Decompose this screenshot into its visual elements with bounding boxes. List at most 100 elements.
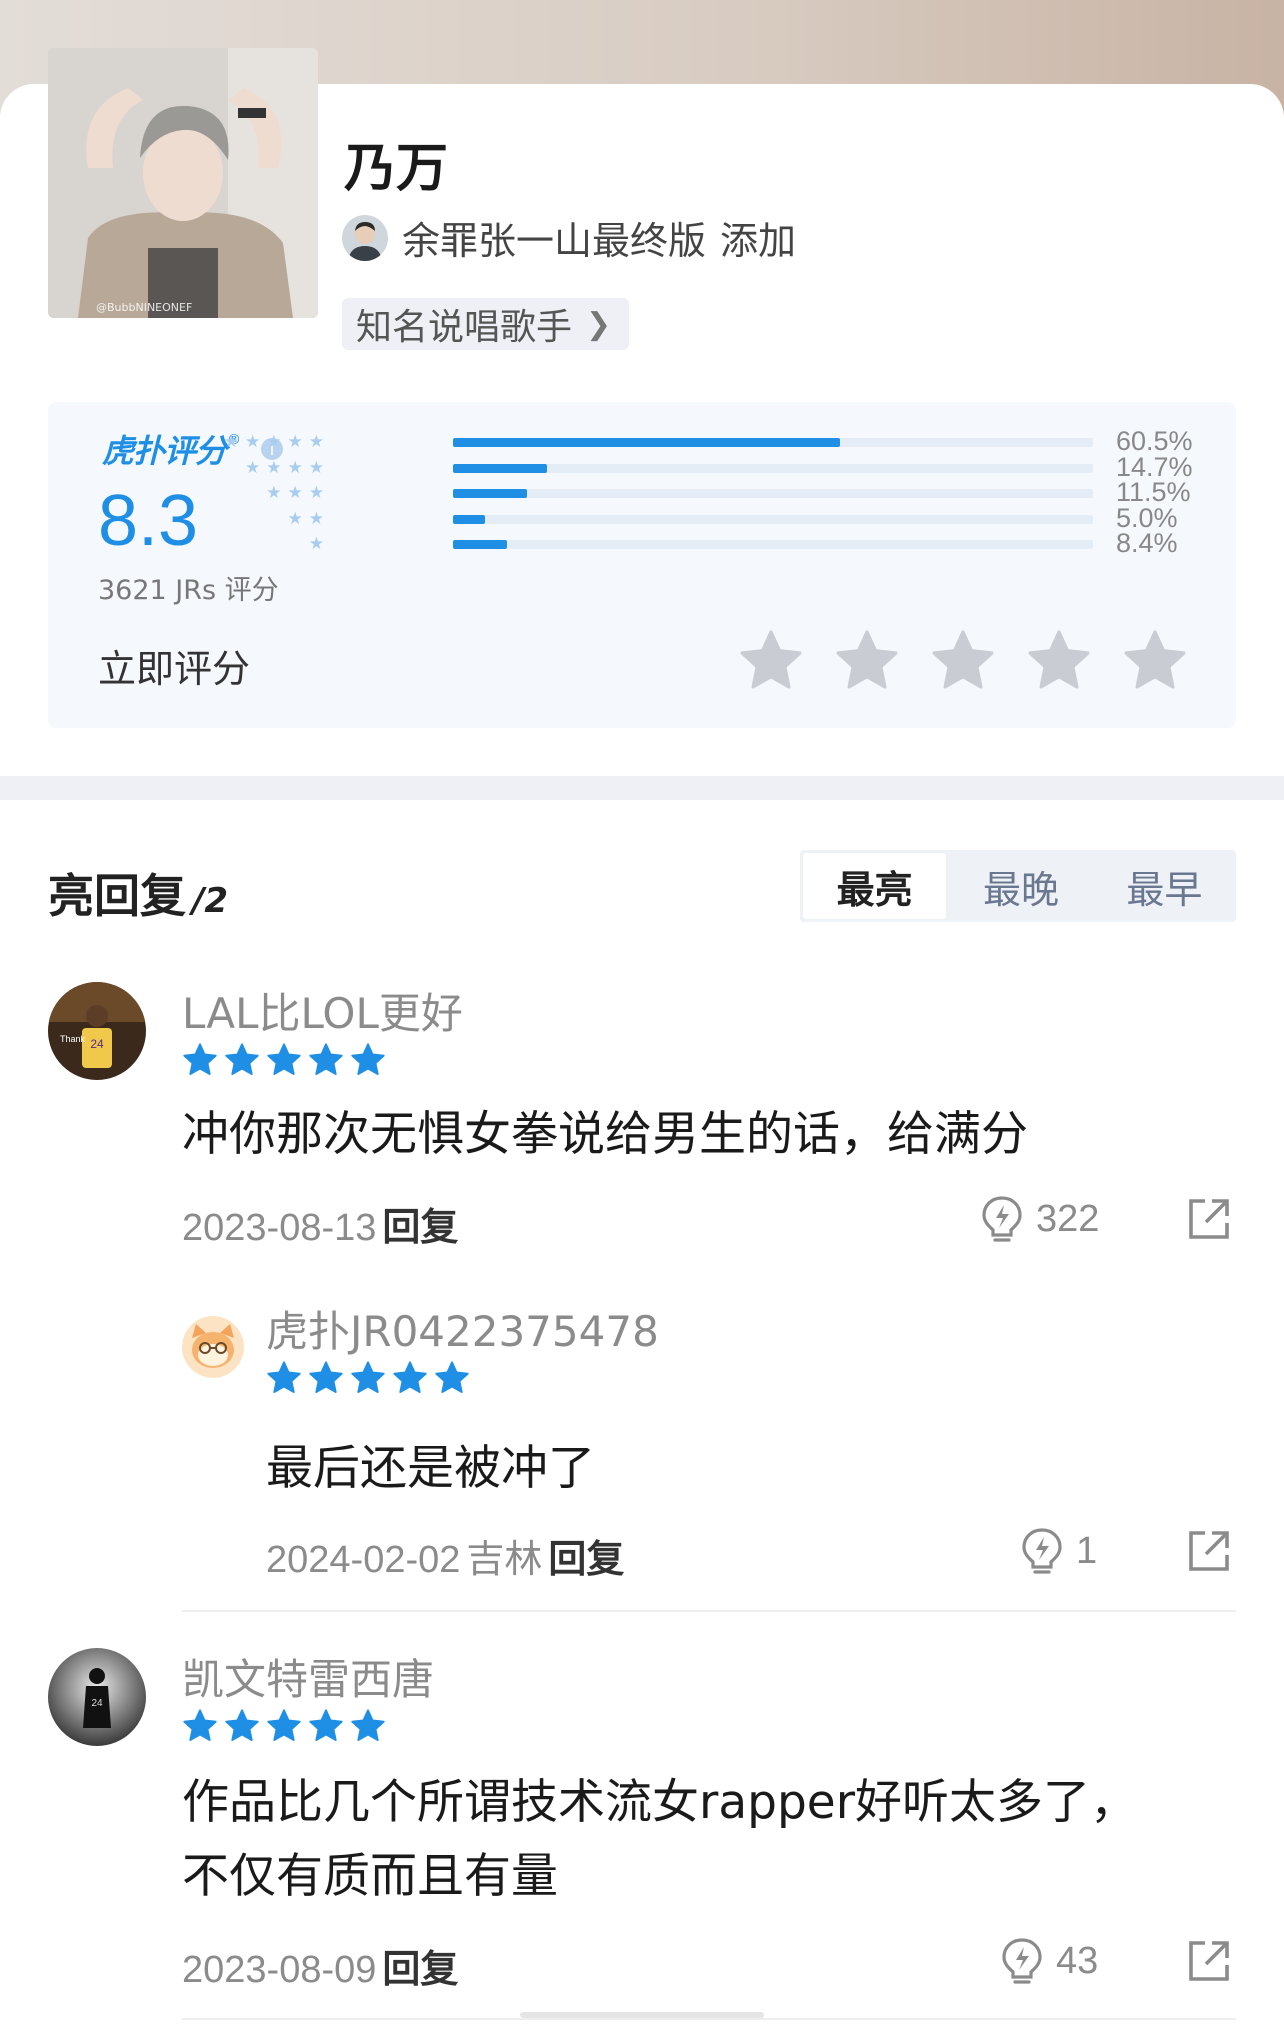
star-icon (309, 1709, 343, 1741)
share-icon[interactable] (1186, 1196, 1232, 1242)
reply-1-date: 2024-02-02 (266, 1539, 461, 1581)
rating-bar-1-star: ★ 8.4% (48, 528, 1236, 558)
comment-2-text-line-1: 作品比几个所谓技术流女rapper好听太多了， (182, 1775, 1138, 1830)
section-divider (0, 776, 1284, 800)
chevron-right-icon: ❯ (586, 306, 612, 342)
replies-count: /2 (192, 881, 229, 921)
share-icon[interactable] (1186, 1938, 1232, 1984)
star-icon (267, 1709, 301, 1741)
lightbulb-icon (1022, 1528, 1062, 1574)
comment-1-reply-button[interactable]: 回复 (382, 1205, 458, 1249)
reply-1-meta: 2024-02-02 吉林 回复 (266, 1528, 624, 1583)
sort-tab-earliest[interactable]: 最早 (1093, 850, 1236, 922)
profile-tag-label: 知名说唱歌手 (356, 307, 573, 348)
comment-2-like[interactable]: 43 (1000, 1936, 1098, 1986)
comment-2-like-count: 43 (1056, 1939, 1099, 1982)
star-icon (435, 1361, 469, 1393)
rate-star-1-icon[interactable] (738, 628, 804, 694)
rating-bar-fill (453, 438, 841, 447)
comment-1-text: 冲你那次无惧女拳说给男生的话，给满分 (182, 1107, 1028, 1162)
rate-star-3-icon[interactable] (930, 628, 996, 694)
lightbulb-icon (982, 1196, 1022, 1242)
rate-star-5-icon[interactable] (1122, 628, 1188, 694)
star-icon (183, 1043, 217, 1075)
comment-separator (182, 1610, 1236, 1612)
star-icon (351, 1043, 385, 1075)
reply-1-text: 最后还是被冲了 (266, 1441, 595, 1496)
reply-1-location: 吉林 (466, 1537, 543, 1581)
rating-bar-percent: 8.4% (1116, 528, 1178, 558)
rating-bar-fill (453, 463, 548, 473)
replies-title: 亮回复/2 (48, 860, 228, 926)
comment-2-username[interactable]: 凯文特雷西唐 (182, 1646, 434, 1707)
comment-1-username[interactable]: LAL比LOL更好 (182, 980, 463, 1041)
comment-2-stars (182, 1708, 392, 1744)
star-icon (225, 1043, 259, 1075)
contributor-action: 添加 (720, 219, 797, 263)
star-icon (183, 1709, 217, 1741)
contributor-avatar[interactable] (342, 214, 388, 261)
comment-1-date: 2023-08-13 (182, 1207, 377, 1249)
rating-bar-track (453, 514, 1093, 524)
home-indicator (520, 2012, 764, 2018)
svg-text:24: 24 (90, 1037, 104, 1051)
rating-bar-track (453, 540, 1093, 549)
replies-title-text: 亮回复 (48, 869, 186, 923)
comment-2-text: 作品比几个所谓技术流女rapper好听太多了， 不仅有质而且有量 (182, 1766, 1137, 1914)
star-icon: ★★★★★ (223, 432, 330, 452)
star-icon: ★★★ (266, 483, 330, 503)
comment-1-avatar[interactable]: 24 Thank (48, 982, 146, 1080)
comment-2-meta: 2023-08-09 回复 (182, 1938, 458, 1993)
profile-photo[interactable]: @BubbNINEONEF (48, 48, 318, 318)
rating-bar-track (453, 463, 1093, 473)
star-icon (351, 1361, 385, 1393)
comment-1-meta: 2023-08-13 回复 (182, 1196, 458, 1251)
rating-bar-fill (453, 514, 485, 524)
contributor-line[interactable]: 余罪张一山最终版 添加 (342, 210, 796, 265)
star-icon: ★ (308, 534, 330, 554)
reply-1-like-count: 1 (1076, 1529, 1098, 1572)
star-icon (225, 1709, 259, 1741)
reply-1-stars (266, 1360, 476, 1396)
rate-now-label: 立即评分 (98, 647, 251, 691)
star-icon (267, 1043, 301, 1075)
comment-separator (182, 2018, 1236, 2020)
comment-2-text-line-2: 不仅有质而且有量 (182, 1849, 558, 1904)
rating-bar-track (453, 489, 1093, 498)
star-icon (267, 1361, 301, 1393)
rate-star-2-icon[interactable] (834, 628, 900, 694)
comment-1-like-count: 322 (1036, 1197, 1100, 1240)
reply-1-like[interactable]: 1 (1020, 1526, 1097, 1576)
rating-panel: 虎扑评分 ® i 8.3 3621 JRs 评分 立即评分 ★★★★★ 60.5%… (48, 402, 1236, 728)
star-icon: ★★★★ (245, 457, 330, 478)
sort-tab-brightest[interactable]: 最亮 (803, 853, 947, 919)
contributor-name[interactable]: 余罪张一山最终版 (402, 210, 706, 265)
sort-tab-latest[interactable]: 最晚 (949, 850, 1092, 922)
lightbulb-icon (1002, 1938, 1042, 1984)
star-icon (351, 1709, 385, 1741)
star-icon (309, 1043, 343, 1075)
rate-star-4-icon[interactable] (1026, 628, 1092, 694)
rate-stars[interactable] (738, 628, 1218, 694)
profile-name: 乃万 (344, 139, 449, 199)
reply-1-avatar[interactable] (182, 1316, 244, 1378)
star-icon (393, 1361, 427, 1393)
rating-bar-fill (453, 489, 527, 498)
svg-text:24: 24 (91, 1698, 103, 1709)
photo-watermark: @BubbNINEONEF (96, 301, 193, 314)
svg-text:Thank: Thank (60, 1034, 86, 1044)
star-icon: ★★ (287, 508, 330, 529)
reply-1-reply-button[interactable]: 回复 (548, 1537, 624, 1581)
comment-2-reply-button[interactable]: 回复 (382, 1947, 458, 1991)
comment-2-avatar[interactable]: 24 (48, 1648, 146, 1746)
rating-bar-fill (453, 540, 507, 549)
sort-tabs: 最亮 最晚 最早 (800, 850, 1236, 922)
rating-count: 3621 JRs 评分 (98, 575, 279, 606)
comment-2-date: 2023-08-09 (182, 1949, 377, 1991)
profile-tag[interactable]: 知名说唱歌手 ❯ (342, 298, 630, 350)
share-icon[interactable] (1186, 1528, 1232, 1574)
comment-1-stars (182, 1042, 392, 1078)
star-icon (309, 1361, 343, 1393)
comment-1-like[interactable]: 322 (980, 1194, 1099, 1244)
reply-1-username[interactable]: 虎扑JR0422375478 (266, 1298, 659, 1359)
